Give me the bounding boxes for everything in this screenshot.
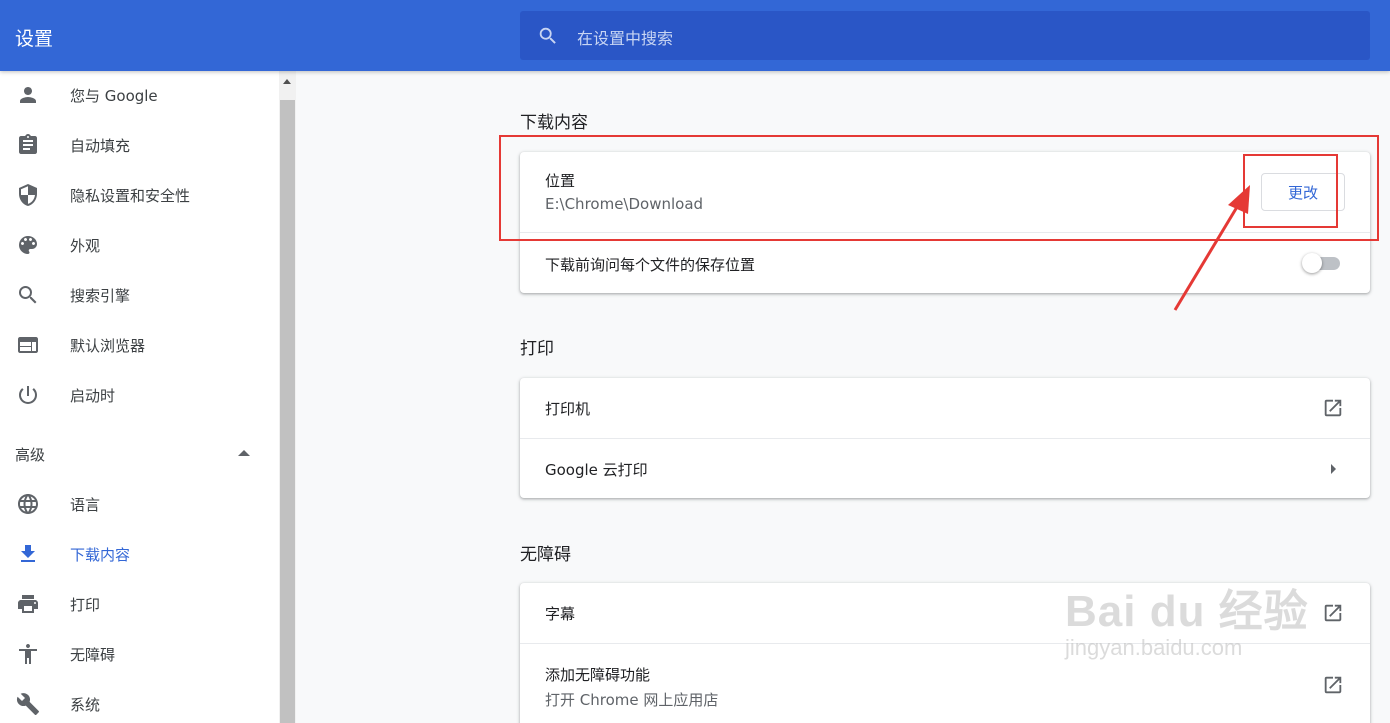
add-features-sub: 打开 Chrome 网上应用店 bbox=[545, 691, 719, 709]
accessibility-icon bbox=[19, 644, 37, 664]
printers-label: 打印机 bbox=[545, 400, 591, 418]
sidebar-item-you-and-google[interactable]: 您与 Google bbox=[0, 75, 279, 115]
person-icon bbox=[20, 87, 36, 103]
watermark-main: Bai du 经验 bbox=[1065, 587, 1309, 636]
chevron-right-icon bbox=[1331, 464, 1336, 474]
add-features-label: 添加无障碍功能 bbox=[545, 666, 651, 684]
cloud-print-label: Google 云打印 bbox=[545, 461, 648, 479]
scroll-up-arrow-icon[interactable] bbox=[283, 79, 291, 84]
sidebar-item-label: 自动填充 bbox=[70, 136, 131, 155]
app-header: 设置 在设置中搜索 bbox=[0, 0, 1390, 71]
external-link-icon[interactable] bbox=[1322, 674, 1344, 696]
sidebar-item-label: 系统 bbox=[70, 695, 101, 714]
cloud-print-row[interactable]: Google 云打印 bbox=[520, 438, 1370, 498]
printer-icon bbox=[18, 595, 38, 613]
sidebar-item-default-browser[interactable]: 默认浏览器 bbox=[0, 325, 279, 365]
printing-section-title: 打印 bbox=[520, 339, 554, 359]
sidebar-item-search-engine[interactable]: 搜索引擎 bbox=[0, 275, 279, 315]
sidebar-item-label: 无障碍 bbox=[70, 645, 116, 664]
sidebar-item-appearance[interactable]: 外观 bbox=[0, 225, 279, 265]
sidebar-item-printing[interactable]: 打印 bbox=[0, 584, 279, 624]
search-icon bbox=[19, 286, 37, 304]
scroll-thumb[interactable] bbox=[280, 100, 295, 723]
downloads-section-title: 下载内容 bbox=[520, 113, 588, 133]
sidebar-item-privacy[interactable]: 隐私设置和安全性 bbox=[0, 175, 279, 215]
sidebar: 您与 Google 自动填充 隐私设置和安全性 外观 搜索引擎 默认浏览器 启动… bbox=[0, 71, 279, 723]
search-placeholder: 在设置中搜索 bbox=[577, 29, 674, 48]
sidebar-item-system[interactable]: 系统 bbox=[0, 684, 279, 723]
sidebar-item-label: 默认浏览器 bbox=[70, 336, 146, 355]
accessibility-section-title: 无障碍 bbox=[520, 545, 571, 565]
page-title: 设置 bbox=[15, 28, 54, 50]
sidebar-item-accessibility[interactable]: 无障碍 bbox=[0, 634, 279, 674]
search-input[interactable]: 在设置中搜索 bbox=[520, 11, 1370, 60]
palette-icon bbox=[19, 236, 37, 254]
chevron-up-icon bbox=[238, 450, 250, 456]
shield-icon bbox=[19, 184, 37, 206]
sidebar-item-languages[interactable]: 语言 bbox=[0, 484, 279, 524]
annotation-arrow-icon bbox=[1173, 185, 1250, 311]
sidebar-item-label: 启动时 bbox=[70, 386, 116, 405]
sidebar-item-downloads[interactable]: 下载内容 bbox=[0, 534, 279, 574]
globe-icon bbox=[18, 494, 38, 514]
sidebar-scrollbar[interactable] bbox=[279, 71, 296, 723]
search-icon bbox=[539, 27, 556, 44]
sidebar-item-label: 搜索引擎 bbox=[70, 286, 131, 305]
external-link-icon[interactable] bbox=[1322, 602, 1344, 624]
power-icon bbox=[18, 386, 37, 404]
sidebar-item-on-startup[interactable]: 启动时 bbox=[0, 375, 279, 415]
ask-location-toggle[interactable] bbox=[1302, 253, 1340, 273]
sidebar-item-label: 打印 bbox=[70, 595, 101, 614]
browser-icon bbox=[18, 337, 38, 353]
download-icon bbox=[21, 545, 35, 562]
sidebar-item-label: 您与 Google bbox=[70, 86, 158, 105]
external-link-icon[interactable] bbox=[1322, 397, 1344, 419]
sidebar-item-label: 隐私设置和安全性 bbox=[70, 186, 191, 205]
sidebar-item-label: 语言 bbox=[70, 495, 101, 514]
sidebar-item-label: 外观 bbox=[70, 236, 101, 255]
advanced-toggle[interactable]: 高级 bbox=[0, 433, 279, 473]
sidebar-item-autofill[interactable]: 自动填充 bbox=[0, 125, 279, 165]
printers-row[interactable]: 打印机 bbox=[520, 378, 1370, 438]
advanced-label: 高级 bbox=[15, 446, 46, 464]
baidu-watermark: Bai du 经验 jingyan.baidu.com bbox=[1065, 575, 1309, 661]
clipboard-icon bbox=[19, 134, 37, 154]
ask-location-label: 下载前询问每个文件的保存位置 bbox=[545, 256, 756, 274]
toggle-knob bbox=[1302, 253, 1322, 273]
captions-label: 字幕 bbox=[545, 605, 576, 623]
sidebar-item-label: 下载内容 bbox=[70, 545, 131, 564]
printing-card: 打印机 Google 云打印 bbox=[520, 378, 1370, 498]
wrench-icon bbox=[16, 693, 39, 715]
